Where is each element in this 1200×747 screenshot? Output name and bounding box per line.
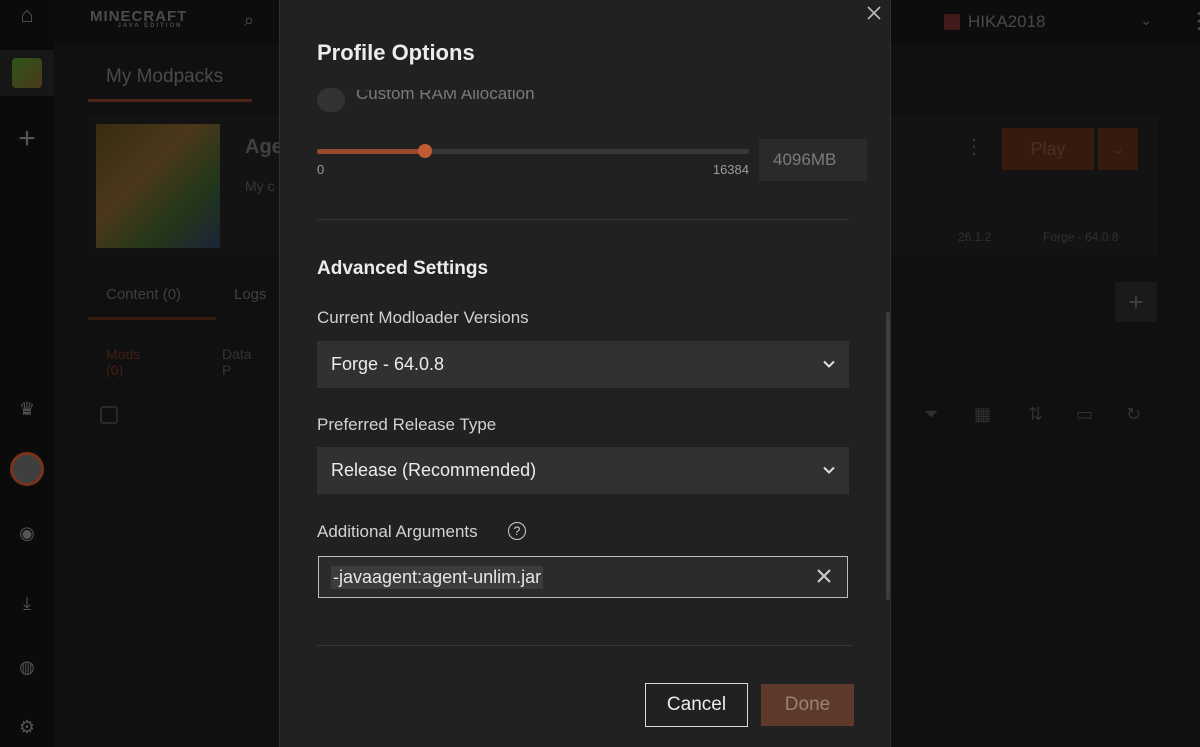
clear-icon[interactable] <box>815 567 833 585</box>
modal-title: Profile Options <box>317 40 475 65</box>
divider <box>317 219 849 220</box>
release-type-value: Release (Recommended) <box>331 460 537 480</box>
ram-toggle-label: Custom RAM Allocation <box>356 90 535 103</box>
additional-arguments-input[interactable]: -javaagent:agent-unlim.jar <box>318 556 848 598</box>
close-icon[interactable] <box>864 2 884 24</box>
cancel-button[interactable]: Cancel <box>645 683 748 727</box>
ram-slider-min: 0 <box>317 162 325 177</box>
footer-divider <box>317 645 853 646</box>
modal-scrollbar[interactable] <box>886 312 890 600</box>
modloader-value: Forge - 64.0.8 <box>331 354 445 374</box>
modloader-label: Current Modloader Versions <box>317 308 529 327</box>
additional-arguments-value: -javaagent:agent-unlim.jar <box>331 565 544 589</box>
done-button[interactable]: Done <box>761 684 854 726</box>
profile-options-modal: Profile Options Custom RAM Allocation 0 … <box>279 0 891 747</box>
help-icon[interactable]: ? <box>508 522 526 540</box>
ram-toggle[interactable] <box>317 88 345 112</box>
ram-value-input[interactable]: 4096MB <box>759 139 867 181</box>
ram-slider[interactable] <box>317 144 749 158</box>
release-type-label: Preferred Release Type <box>317 415 497 434</box>
modloader-select[interactable]: Forge - 64.0.8 <box>317 341 849 388</box>
chevron-down-icon <box>823 466 835 474</box>
chevron-down-icon <box>823 360 835 368</box>
additional-arguments-label: Additional Arguments <box>317 522 478 541</box>
advanced-settings-heading: Advanced Settings <box>317 258 489 279</box>
ram-slider-max: 16384 <box>712 162 749 177</box>
ram-slider-thumb[interactable] <box>418 144 432 158</box>
release-type-select[interactable]: Release (Recommended) <box>317 447 849 494</box>
ram-slider-fill <box>317 149 425 154</box>
